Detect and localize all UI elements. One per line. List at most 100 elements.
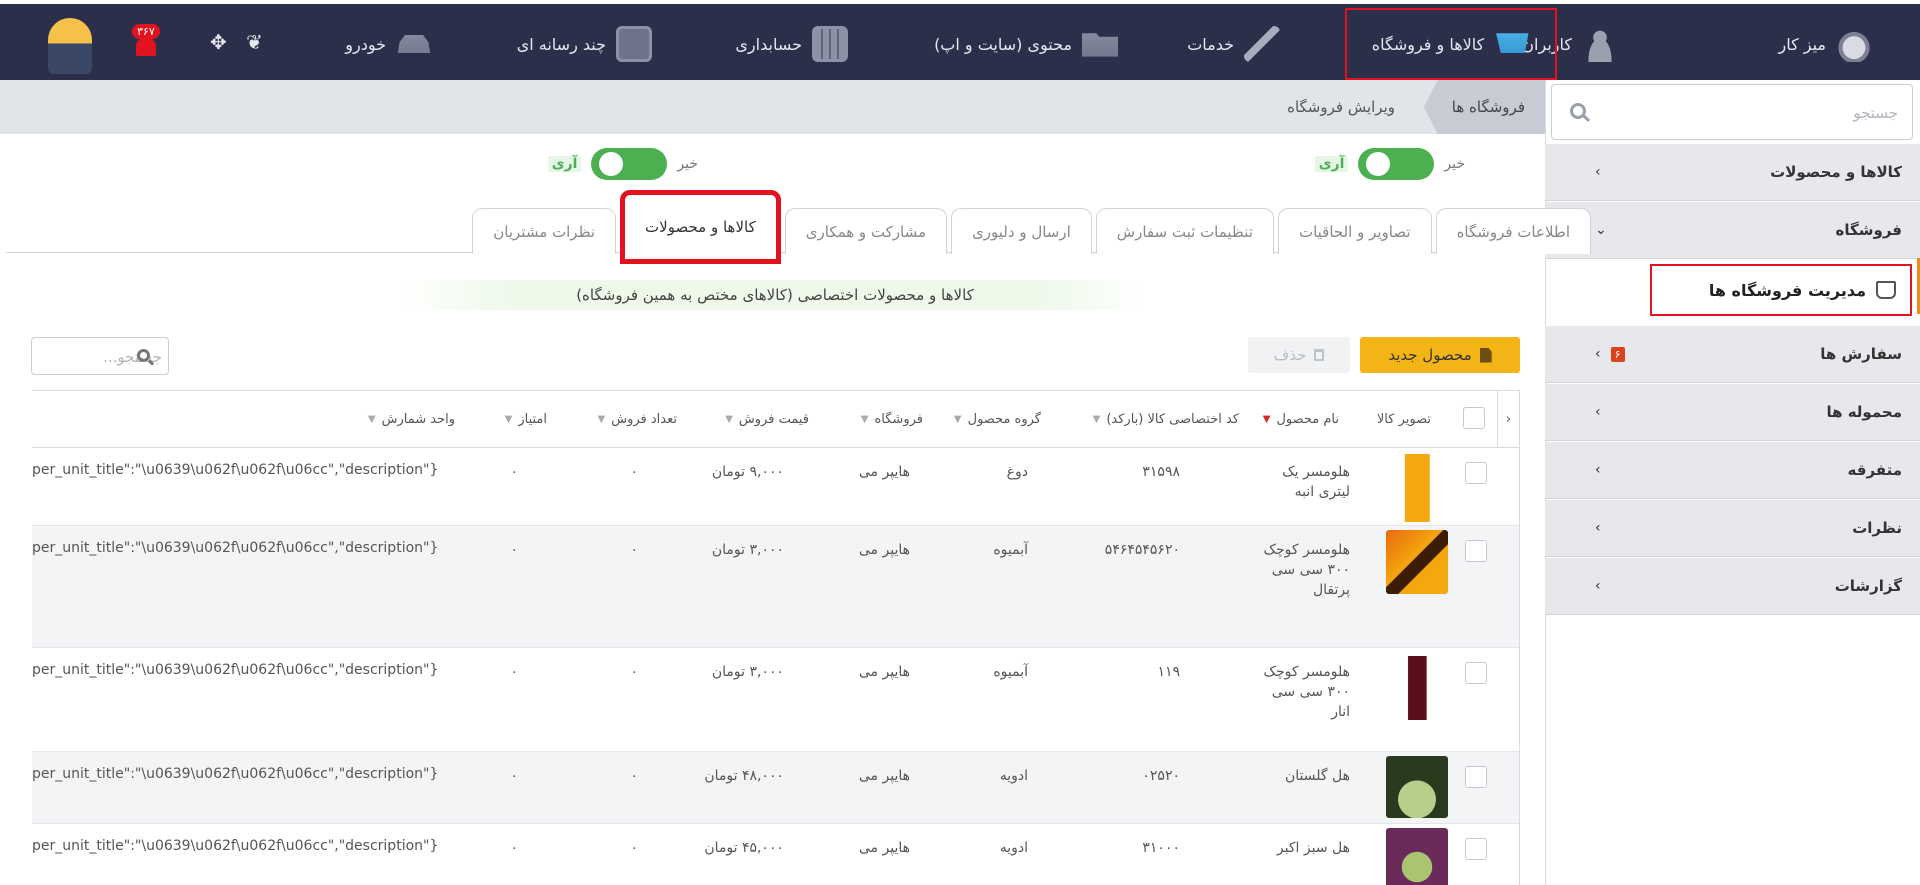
leaf-icon[interactable]: ❦: [246, 30, 263, 54]
breadcrumb-stores[interactable]: فروشگاه ها: [1423, 80, 1545, 134]
info-notice: کالاها و محصولات اختصاصی (کالاهای مختص ب…: [402, 280, 1148, 310]
product-unit: per_unit_title":"\u0639\u062f\u062f\u06c…: [32, 540, 439, 556]
table-row[interactable]: هلومسر کوچک ۳۰۰ سی سی انار ۱۱۹ آبمیوه ها…: [32, 648, 1519, 752]
table-row[interactable]: هلومسر کوچک ۳۰۰ سی سی پرتقال ۵۴۶۴۵۴۵۶۲۰ …: [32, 526, 1519, 648]
product-unit: per_unit_title":"\u0639\u062f\u062f\u06c…: [32, 662, 439, 678]
collapse-chevron-icon[interactable]: ‹: [1497, 391, 1519, 447]
orders-badge: ۶: [1610, 346, 1625, 362]
product-code: ۳۱۵۹۸: [1142, 464, 1180, 480]
product-thumbnail: [1386, 454, 1448, 522]
product-score: ۰: [510, 542, 518, 558]
move-icon[interactable]: ✥: [210, 30, 227, 54]
product-code: ۱۱۹: [1157, 664, 1180, 680]
column-header-store[interactable]: فروشگاه ▼: [861, 391, 923, 447]
tab-order-settings[interactable]: تنظیمات ثبت سفارش: [1095, 208, 1274, 254]
sidebar-item-label: متفرقه: [1847, 461, 1902, 479]
sidebar: کالاها و محصولات › فروشگاه ⌄ مدیریت فروش…: [1545, 80, 1920, 885]
bell-icon[interactable]: [136, 38, 156, 56]
toggle-switch[interactable]: [591, 148, 668, 180]
tab-delivery[interactable]: ارسال و دلیوری: [951, 208, 1092, 254]
product-thumbnail: [1386, 828, 1448, 885]
column-header-group[interactable]: گروه محصول ▼: [954, 391, 1041, 447]
tab-store-info[interactable]: اطلاعات فروشگاه: [1435, 208, 1591, 254]
row-checkbox[interactable]: [1465, 540, 1487, 562]
sidebar-item-label: مدیریت فروشگاه ها: [1708, 280, 1866, 300]
product-unit: per_unit_title":"\u0639\u062f\u062f\u06c…: [32, 462, 439, 478]
document-icon: [1479, 347, 1492, 363]
product-sales: ۰: [630, 840, 638, 856]
chevron-down-icon: ⌄: [1595, 222, 1607, 238]
toggle-yes-label: آری: [547, 156, 582, 172]
sidebar-item-reports[interactable]: گزارشات ›: [1545, 558, 1920, 615]
product-name: هلومسر کوچک ۳۰۰ سی سی پرتقال: [1263, 542, 1351, 598]
column-header-sales[interactable]: تعداد فروش ▼: [598, 391, 677, 447]
nav-dashboard[interactable]: میز کار: [1778, 8, 1872, 80]
column-header-label: تعداد فروش: [611, 411, 677, 427]
column-header-code[interactable]: کد اختصاصی کالا (بارکد) ▼: [1093, 391, 1239, 447]
button-label: حذف: [1273, 346, 1307, 364]
search-icon[interactable]: [137, 349, 150, 362]
product-group: ادویه: [999, 840, 1028, 856]
product-store: هایپر می: [858, 840, 910, 856]
sidebar-item-products[interactable]: کالاها و محصولات ›: [1545, 144, 1920, 201]
row-checkbox[interactable]: [1465, 662, 1487, 684]
sidebar-item-label: گزارشات: [1834, 577, 1902, 595]
nav-products-store[interactable]: کالاها و فروشگاه: [1345, 8, 1557, 80]
sidebar-search: [1551, 84, 1913, 140]
sidebar-item-misc[interactable]: متفرقه ›: [1545, 442, 1920, 499]
sidebar-item-comments[interactable]: نظرات ›: [1545, 500, 1920, 557]
row-checkbox[interactable]: [1465, 462, 1487, 484]
select-all-checkbox[interactable]: [1463, 407, 1485, 429]
column-header-image[interactable]: تصویر کالا: [1377, 391, 1431, 447]
sidebar-item-orders[interactable]: سفارش ها ۶ ›: [1545, 326, 1920, 383]
sidebar-item-store-management[interactable]: مدیریت فروشگاه ها: [1650, 264, 1912, 316]
column-header-name[interactable]: نام محصول ▼: [1263, 391, 1339, 447]
sidebar-item-label: فروشگاه: [1835, 221, 1902, 239]
tab-images[interactable]: تصاویر و الحاقیات: [1277, 208, 1432, 254]
sidebar-item-shipments[interactable]: محموله ها ›: [1545, 384, 1920, 441]
column-header-score[interactable]: امتیاز ▼: [505, 391, 547, 447]
button-label: محصول جدید: [1388, 346, 1472, 364]
users-icon: [1582, 26, 1618, 62]
nav-services[interactable]: خدمات: [1187, 8, 1280, 80]
product-name: هل گلستان: [1285, 768, 1350, 784]
row-checkbox[interactable]: [1465, 838, 1487, 860]
nav-label: حسابداری: [735, 34, 802, 54]
tab-products[interactable]: کالاها و محصولات: [620, 190, 781, 264]
tab-customer-reviews[interactable]: نظرات مشتریان: [472, 208, 617, 254]
avatar[interactable]: [48, 18, 92, 74]
nav-car[interactable]: خودرو: [345, 8, 432, 80]
trash-icon: [1314, 349, 1325, 361]
column-header-unit[interactable]: واحد شمارش ▼: [368, 391, 455, 447]
toggle-no-label: خیر: [1444, 156, 1465, 172]
toggle-group-1: خیر آری: [1314, 148, 1465, 180]
sidebar-item-store[interactable]: فروشگاه ⌄: [1545, 202, 1920, 259]
row-checkbox[interactable]: [1465, 766, 1487, 788]
column-header-label: واحد شمارش: [381, 411, 455, 427]
product-thumbnail: [1386, 656, 1448, 720]
table-row[interactable]: هل سبز اکبر ۳۱۰۰۰ ادویه هایپر می ۴۵,۰۰۰ …: [32, 824, 1519, 885]
table-row[interactable]: هل گلستان ۰۲۵۲۰ ادویه هایپر می ۴۸,۰۰۰ تو…: [32, 752, 1519, 824]
nav-multimedia[interactable]: چند رسانه ای: [517, 8, 652, 80]
sort-caret-icon: ▼: [597, 413, 606, 425]
toggle-no-label: خیر: [677, 156, 698, 172]
nav-label: میز کار: [1778, 34, 1826, 54]
product-sales: ۰: [630, 542, 638, 558]
nav-label: محتوی (سایت و اپ): [934, 34, 1072, 54]
new-product-button[interactable]: محصول جدید: [1360, 337, 1520, 373]
product-price: ۹,۰۰۰ تومان: [711, 464, 784, 480]
product-unit: per_unit_title":"\u0639\u062f\u062f\u06c…: [32, 766, 439, 782]
nav-label: کالاها و فروشگاه: [1371, 34, 1485, 54]
column-header-price[interactable]: قیمت فروش ▼: [725, 391, 809, 447]
chevron-left-icon: ›: [1595, 462, 1601, 478]
delete-button[interactable]: حذف: [1248, 337, 1350, 373]
toggle-switch[interactable]: [1358, 148, 1435, 180]
table-row[interactable]: هلومسر یک لیتری انبه ۳۱۵۹۸ دوغ هایپر می …: [32, 448, 1519, 526]
search-icon[interactable]: [1570, 103, 1586, 119]
product-score: ۰: [510, 840, 518, 856]
nav-accounting[interactable]: حسابداری: [735, 8, 848, 80]
sidebar-search-input[interactable]: [1608, 99, 1898, 127]
tab-partnership[interactable]: مشارکت و همکاری: [784, 208, 948, 254]
media-icon: [616, 26, 652, 62]
nav-content[interactable]: محتوی (سایت و اپ): [934, 8, 1118, 80]
